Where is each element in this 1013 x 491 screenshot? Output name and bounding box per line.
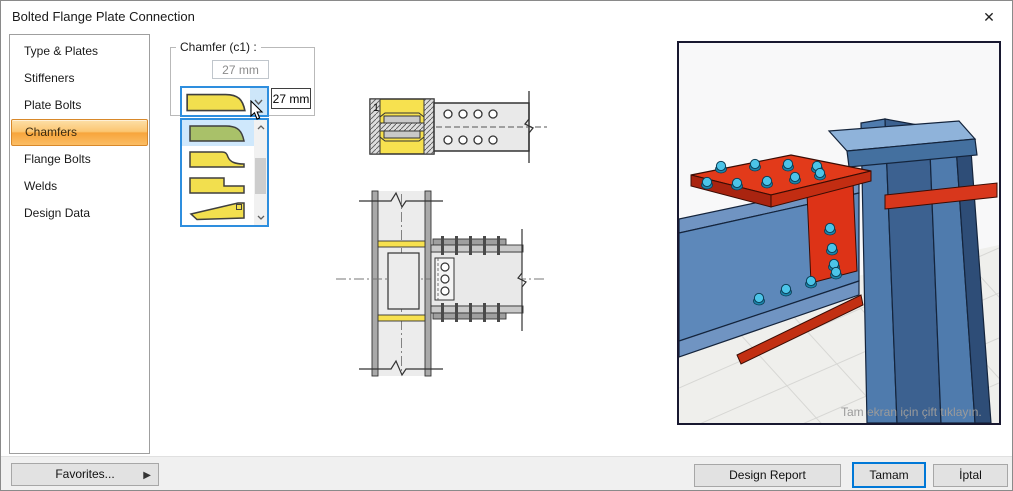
preview-3d-viewport[interactable]: Tam ekran için çift tıklayın. xyxy=(677,41,1001,425)
chamfer-shape-dropdown xyxy=(180,118,269,227)
step-chamfer-icon xyxy=(188,175,246,195)
favorites-button[interactable]: Favorites... ▶ xyxy=(11,463,159,486)
chamfer-value-readonly-input xyxy=(212,60,269,79)
sidebar: Type & Plates Stiffeners Plate Bolts Cha… xyxy=(9,34,150,454)
sidebar-item-chamfers[interactable]: Chamfers xyxy=(11,119,148,146)
taper-chamfer-icon xyxy=(188,201,246,221)
dropdown-scrollbar[interactable] xyxy=(254,120,267,225)
chamfer-group-label: Chamfer (c1) : xyxy=(176,40,261,54)
sidebar-item-type-plates[interactable]: Type & Plates xyxy=(11,38,148,65)
dialog-bolted-flange-plate-connection: Bolted Flange Plate Connection ✕ Type & … xyxy=(0,0,1013,491)
title-bar: Bolted Flange Plate Connection ✕ xyxy=(1,1,1012,33)
chamfer-option-concave[interactable] xyxy=(182,146,254,172)
preview-3d-render xyxy=(679,43,999,423)
dialog-title: Bolted Flange Plate Connection xyxy=(12,9,195,24)
scroll-up-icon[interactable] xyxy=(254,121,267,134)
scroll-down-icon[interactable] xyxy=(254,211,267,224)
concave-chamfer-icon xyxy=(188,149,246,169)
fullscreen-hint-text: Tam ekran için çift tıklayın. xyxy=(841,405,982,419)
cursor-icon xyxy=(250,100,265,121)
chamfer-option-round[interactable] xyxy=(182,120,254,146)
scrollbar-thumb[interactable] xyxy=(255,158,266,194)
sidebar-item-flange-bolts[interactable]: Flange Bolts xyxy=(11,146,148,173)
detail-label-1: 1 xyxy=(373,102,379,114)
chamfer-option-step[interactable] xyxy=(182,172,254,198)
favorites-label: Favorites... xyxy=(55,467,114,481)
sidebar-item-welds[interactable]: Welds xyxy=(11,173,148,200)
connection-2d-drawing: 1 xyxy=(331,79,561,395)
ok-button[interactable]: Tamam xyxy=(852,462,926,488)
chamfer-value-input[interactable] xyxy=(271,88,311,109)
round-chamfer-icon xyxy=(185,91,247,113)
design-report-button[interactable]: Design Report xyxy=(694,464,841,487)
favorites-expand-icon: ▶ xyxy=(143,464,151,487)
close-icon[interactable]: ✕ xyxy=(976,6,1002,28)
footer-bar: Favorites... ▶ Design Report Tamam İptal xyxy=(1,456,1012,491)
sidebar-item-plate-bolts[interactable]: Plate Bolts xyxy=(11,92,148,119)
chamfer-option-taper[interactable] xyxy=(182,198,254,224)
sidebar-item-stiffeners[interactable]: Stiffeners xyxy=(11,65,148,92)
round-chamfer-icon xyxy=(188,123,246,143)
cancel-button[interactable]: İptal xyxy=(933,464,1008,487)
sidebar-item-design-data[interactable]: Design Data xyxy=(11,200,148,227)
